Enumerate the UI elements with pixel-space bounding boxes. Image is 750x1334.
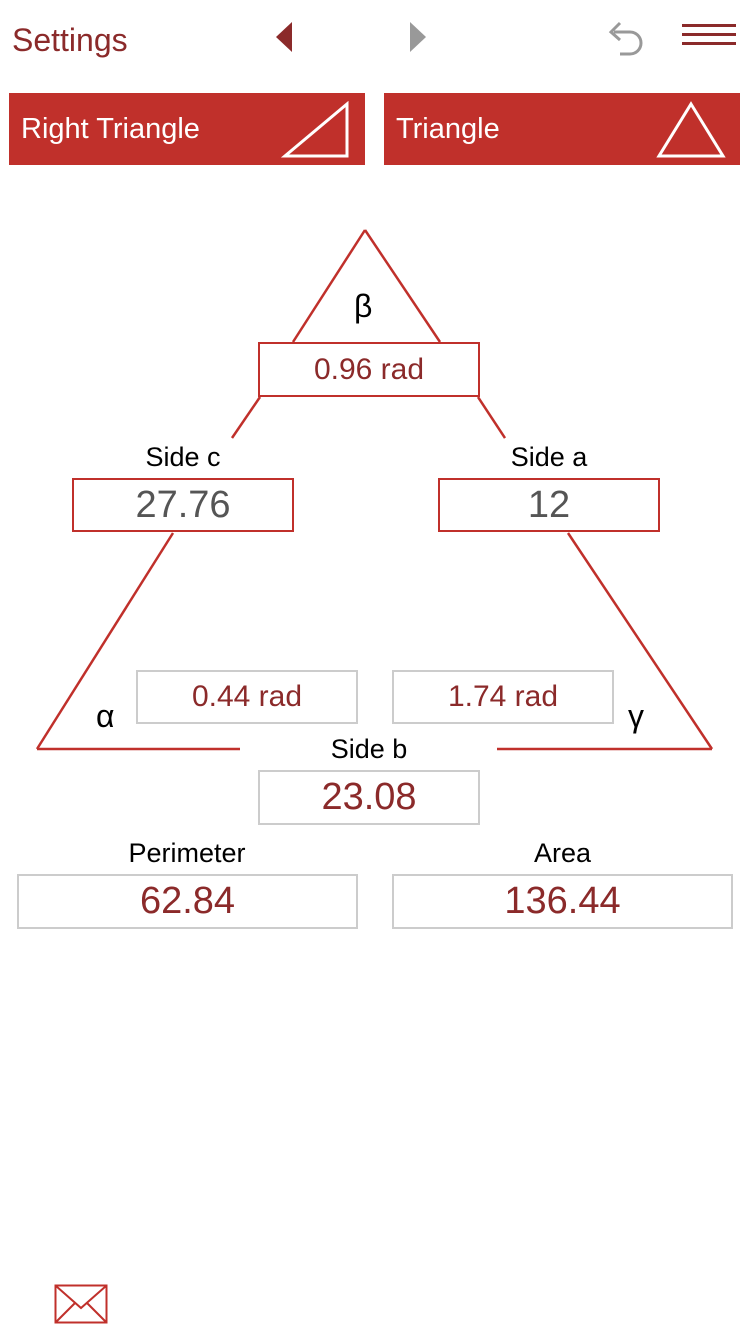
alpha-value: 0.44 rad xyxy=(191,680,303,713)
area-label: Area xyxy=(533,838,592,868)
gamma-symbol: γ xyxy=(628,698,644,734)
side-b-label: Side b xyxy=(330,734,408,764)
side-a-input[interactable]: 12 xyxy=(438,478,660,532)
beta-symbol: β xyxy=(354,288,373,324)
triangle-diagram xyxy=(35,229,714,751)
mail-icon[interactable] xyxy=(54,1284,108,1324)
side-c-value: 27.76 xyxy=(135,483,231,526)
beta-value: 0.96 rad xyxy=(313,352,425,386)
side-b-input[interactable]: 23.08 xyxy=(258,770,480,825)
gamma-input[interactable]: 1.74 rad xyxy=(392,670,614,724)
beta-input[interactable]: 0.96 rad xyxy=(258,342,480,397)
side-c-input[interactable]: 27.76 xyxy=(72,478,294,532)
perimeter-label: Perimeter xyxy=(128,838,246,868)
gamma-value: 1.74 rad xyxy=(447,680,559,713)
area-output: 136.44 xyxy=(392,874,733,929)
side-a-value: 12 xyxy=(527,483,571,526)
alpha-symbol: α xyxy=(96,698,115,734)
side-c-label: Side c xyxy=(145,442,221,472)
perimeter-output: 62.84 xyxy=(17,874,358,929)
alpha-input[interactable]: 0.44 rad xyxy=(136,670,358,724)
area-value: 136.44 xyxy=(504,880,621,922)
perimeter-value: 62.84 xyxy=(139,880,236,922)
side-b-value: 23.08 xyxy=(321,776,417,818)
side-a-label: Side a xyxy=(510,442,588,472)
